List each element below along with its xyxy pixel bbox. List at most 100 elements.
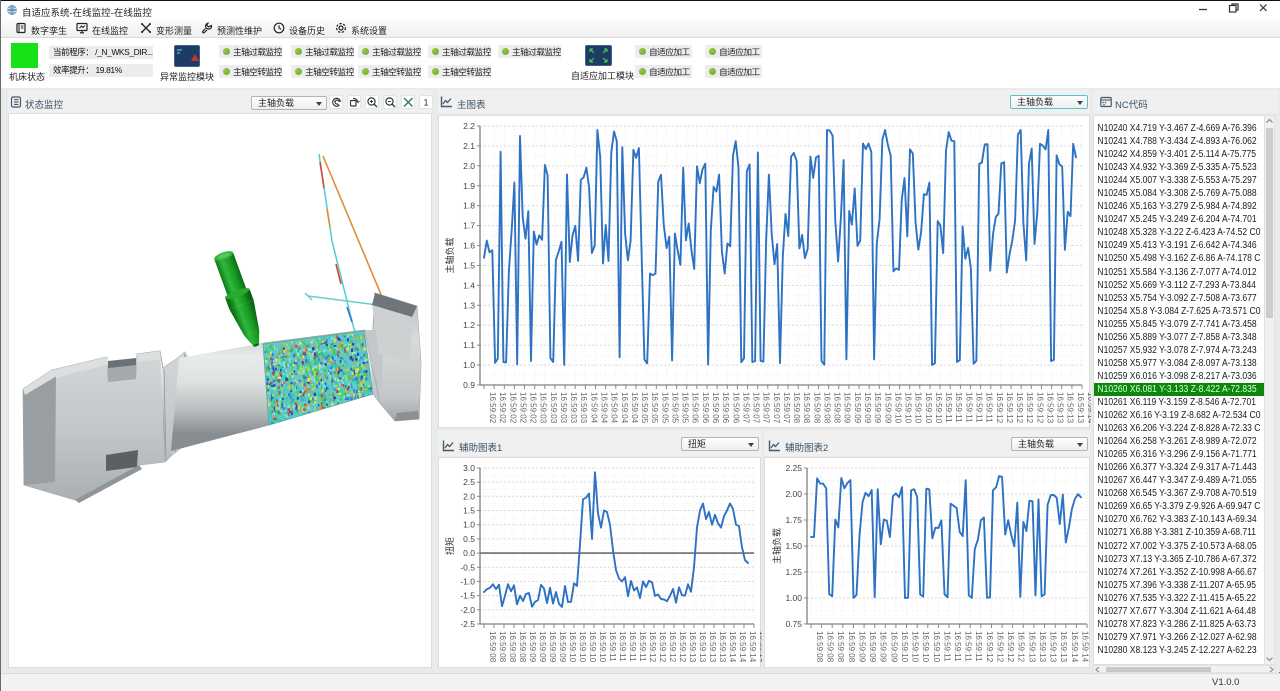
svg-text:1.9: 1.9 bbox=[463, 181, 475, 191]
svg-text:16:59:04: 16:59:04 bbox=[610, 392, 619, 424]
svg-text:16:59:05: 16:59:05 bbox=[650, 392, 659, 424]
svg-text:-2.0: -2.0 bbox=[460, 605, 475, 615]
svg-text:0.75: 0.75 bbox=[785, 619, 802, 629]
svg-text:16:59:11: 16:59:11 bbox=[628, 631, 637, 662]
svg-text:16:59:14: 16:59:14 bbox=[738, 631, 747, 663]
svg-text:16:59:14: 16:59:14 bbox=[758, 631, 762, 663]
svg-text:2.2: 2.2 bbox=[463, 121, 475, 131]
svg-text:16:59:14: 16:59:14 bbox=[728, 631, 737, 663]
svg-text:16:59:12: 16:59:12 bbox=[1035, 392, 1044, 424]
svg-text:16:59:03: 16:59:03 bbox=[569, 392, 578, 424]
svg-text:16:59:05: 16:59:05 bbox=[670, 392, 679, 424]
svg-text:16:59:05: 16:59:05 bbox=[660, 392, 669, 424]
svg-text:16:59:08: 16:59:08 bbox=[826, 631, 835, 663]
svg-text:16:59:10: 16:59:10 bbox=[598, 631, 607, 663]
svg-text:16:59:03: 16:59:03 bbox=[549, 392, 558, 424]
svg-text:16:59:11: 16:59:11 bbox=[964, 631, 973, 662]
svg-text:16:59:08: 16:59:08 bbox=[833, 392, 842, 424]
svg-text:16:59:07: 16:59:07 bbox=[772, 392, 781, 424]
svg-text:16:59:09: 16:59:09 bbox=[889, 631, 898, 663]
svg-text:16:59:11: 16:59:11 bbox=[985, 392, 994, 423]
svg-text:16:59:08: 16:59:08 bbox=[812, 392, 821, 424]
svg-text:16:59:06: 16:59:06 bbox=[701, 392, 710, 424]
svg-text:16:59:12: 16:59:12 bbox=[668, 631, 677, 663]
svg-text:16:59:13: 16:59:13 bbox=[1038, 631, 1047, 663]
svg-text:16:59:09: 16:59:09 bbox=[853, 392, 862, 424]
svg-text:16:59:12: 16:59:12 bbox=[1017, 631, 1026, 663]
svg-text:16:59:07: 16:59:07 bbox=[752, 392, 761, 424]
svg-text:16:59:13: 16:59:13 bbox=[1049, 631, 1058, 663]
svg-text:16:59:08: 16:59:08 bbox=[847, 631, 856, 663]
svg-text:16:59:04: 16:59:04 bbox=[630, 392, 639, 424]
svg-text:16:59:10: 16:59:10 bbox=[904, 392, 913, 424]
svg-text:16:59:07: 16:59:07 bbox=[741, 392, 750, 424]
svg-text:-0.5: -0.5 bbox=[460, 562, 475, 572]
svg-text:16:59:12: 16:59:12 bbox=[1005, 392, 1014, 424]
svg-text:0.9: 0.9 bbox=[463, 380, 475, 390]
svg-text:1: 1 bbox=[423, 98, 428, 108]
svg-text:16:59:11: 16:59:11 bbox=[944, 392, 953, 423]
svg-text:1.1: 1.1 bbox=[463, 340, 475, 350]
svg-text:16:59:07: 16:59:07 bbox=[782, 392, 791, 424]
svg-text:16:59:08: 16:59:08 bbox=[792, 392, 801, 424]
svg-text:16:59:14: 16:59:14 bbox=[1086, 392, 1091, 424]
svg-text:16:59:06: 16:59:06 bbox=[711, 392, 720, 424]
svg-text:16:59:06: 16:59:06 bbox=[731, 392, 740, 424]
svg-text:1.8: 1.8 bbox=[463, 201, 475, 211]
svg-text:16:59:10: 16:59:10 bbox=[588, 631, 597, 663]
svg-text:16:59:10: 16:59:10 bbox=[578, 631, 587, 663]
svg-text:16:59:12: 16:59:12 bbox=[985, 631, 994, 663]
svg-text:16:59:10: 16:59:10 bbox=[900, 631, 909, 663]
svg-text:16:59:09: 16:59:09 bbox=[843, 392, 852, 424]
svg-text:16:59:11: 16:59:11 bbox=[942, 631, 951, 662]
svg-text:16:59:04: 16:59:04 bbox=[600, 392, 609, 424]
svg-text:16:59:13: 16:59:13 bbox=[1046, 392, 1055, 424]
svg-text:-1.5: -1.5 bbox=[460, 591, 475, 601]
svg-text:16:59:06: 16:59:06 bbox=[721, 392, 730, 424]
svg-text:16:59:10: 16:59:10 bbox=[934, 392, 943, 424]
svg-text:16:59:12: 16:59:12 bbox=[1025, 392, 1034, 424]
svg-text:16:59:03: 16:59:03 bbox=[539, 392, 548, 424]
svg-text:2.0: 2.0 bbox=[463, 161, 475, 171]
svg-text:16:59:08: 16:59:08 bbox=[815, 631, 824, 663]
svg-text:16:59:09: 16:59:09 bbox=[548, 631, 557, 663]
svg-text:16:59:09: 16:59:09 bbox=[883, 392, 892, 424]
svg-text:16:59:13: 16:59:13 bbox=[688, 631, 697, 663]
svg-text:16:59:03: 16:59:03 bbox=[559, 392, 568, 424]
svg-text:16:59:10: 16:59:10 bbox=[921, 631, 930, 663]
svg-text:1.3: 1.3 bbox=[463, 300, 475, 310]
svg-text:16:59:13: 16:59:13 bbox=[708, 631, 717, 663]
svg-text:1.5: 1.5 bbox=[463, 506, 475, 516]
svg-text:16:59:13: 16:59:13 bbox=[1076, 392, 1085, 424]
svg-text:2.00: 2.00 bbox=[785, 489, 802, 499]
svg-text:1.00: 1.00 bbox=[785, 593, 802, 603]
svg-text:0.0: 0.0 bbox=[463, 548, 475, 558]
svg-text:16:59:13: 16:59:13 bbox=[1056, 392, 1065, 424]
svg-text:16:59:02: 16:59:02 bbox=[508, 392, 517, 424]
svg-text:16:59:07: 16:59:07 bbox=[762, 392, 771, 424]
svg-text:16:59:02: 16:59:02 bbox=[529, 392, 538, 424]
svg-text:16:59:11: 16:59:11 bbox=[974, 631, 983, 662]
svg-text:2.1: 2.1 bbox=[463, 141, 475, 151]
svg-text:16:59:11: 16:59:11 bbox=[638, 631, 647, 662]
svg-text:16:59:12: 16:59:12 bbox=[678, 631, 687, 663]
svg-text:16:59:05: 16:59:05 bbox=[640, 392, 649, 424]
svg-text:16:59:10: 16:59:10 bbox=[924, 392, 933, 424]
svg-text:16:59:02: 16:59:02 bbox=[488, 392, 497, 424]
svg-text:16:59:11: 16:59:11 bbox=[608, 631, 617, 662]
svg-text:16:59:09: 16:59:09 bbox=[868, 631, 877, 663]
svg-text:16:59:13: 16:59:13 bbox=[1066, 392, 1075, 424]
svg-text:1.75: 1.75 bbox=[785, 515, 802, 525]
svg-text:16:59:12: 16:59:12 bbox=[1015, 392, 1024, 424]
svg-text:16:59:08: 16:59:08 bbox=[508, 631, 517, 663]
svg-text:16:59:09: 16:59:09 bbox=[873, 392, 882, 424]
svg-text:1.2: 1.2 bbox=[463, 320, 475, 330]
svg-text:16:59:02: 16:59:02 bbox=[518, 392, 527, 424]
svg-text:1.0: 1.0 bbox=[463, 520, 475, 530]
svg-text:16:59:10: 16:59:10 bbox=[914, 392, 923, 424]
svg-text:16:59:13: 16:59:13 bbox=[1027, 631, 1036, 663]
svg-text:16:59:05: 16:59:05 bbox=[681, 392, 690, 424]
svg-text:-2.5: -2.5 bbox=[460, 619, 475, 629]
svg-text:16:59:11: 16:59:11 bbox=[975, 392, 984, 423]
svg-text:16:59:12: 16:59:12 bbox=[995, 392, 1004, 424]
